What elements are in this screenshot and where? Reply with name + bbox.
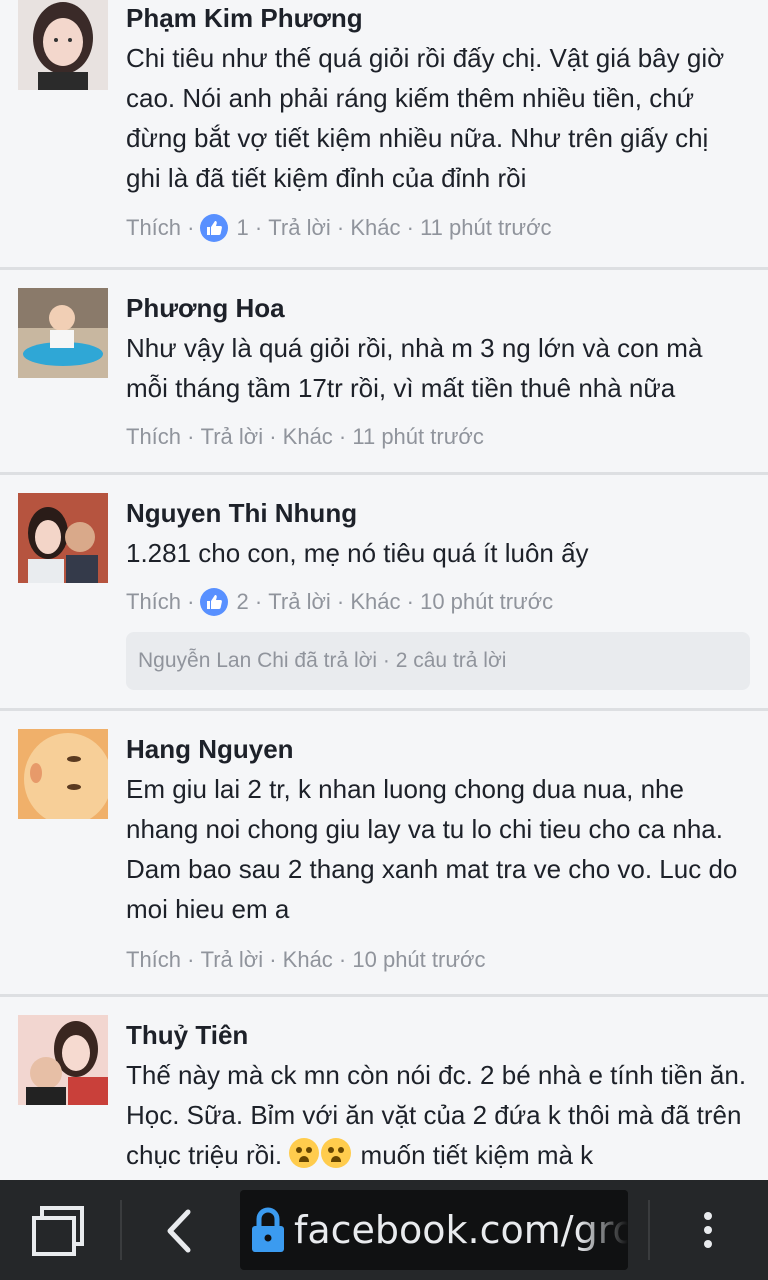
comment-author[interactable]: Phương Hoa	[126, 292, 750, 324]
avatar[interactable]	[18, 729, 108, 819]
reply-link[interactable]: Trả lời	[201, 945, 264, 975]
toolbar-divider	[648, 1200, 650, 1260]
comment-author[interactable]: Nguyen Thi Nhung	[126, 497, 750, 529]
lock-icon	[250, 1206, 286, 1254]
more-link[interactable]: Khác	[350, 213, 400, 243]
comment-meta: Thích · Trả lời · Khác · 10 phút trước	[126, 945, 485, 975]
thumbs-up-icon	[200, 214, 229, 242]
like-link[interactable]: Thích	[126, 945, 181, 975]
more-link[interactable]: Khác	[350, 587, 400, 617]
comment-author[interactable]: Hang Nguyen	[126, 733, 750, 765]
reply-link[interactable]: Trả lời	[201, 422, 264, 452]
more-link[interactable]: Khác	[283, 945, 333, 975]
comment-meta: Thích · 1 · Trả lời · Khác · 11 phút trư…	[126, 213, 552, 243]
comment-time[interactable]: 10 phút trước	[352, 945, 485, 975]
crying-face-icon	[321, 1138, 352, 1168]
comment-text: 1.281 cho con, mẹ nó tiêu quá ít luôn ấy	[126, 538, 589, 568]
comment-item: Hang Nguyen Em giu lai 2 tr, k nhan luon…	[0, 711, 768, 997]
thumbs-up-icon	[200, 588, 229, 616]
crying-face-icon	[289, 1138, 320, 1168]
comment-feed: Phạm Kim Phương Chi tiêu như thế quá giỏ…	[0, 0, 768, 1180]
like-link[interactable]: Thích	[126, 422, 181, 452]
reply-link[interactable]: Trả lời	[268, 213, 331, 243]
toolbar-divider	[120, 1200, 122, 1260]
browser-toolbar: facebook.com/gro	[0, 1180, 768, 1280]
avatar[interactable]	[18, 493, 108, 583]
comment-meta: Thích · 2 · Trả lời · Khác · 10 phút trư…	[126, 587, 553, 617]
like-link[interactable]: Thích	[126, 587, 181, 617]
comment-item: Phương Hoa Như vậy là quá giỏi rồi, nhà …	[0, 270, 768, 475]
reply-link[interactable]: Trả lời	[268, 587, 331, 617]
comment-author[interactable]: Thuỷ Tiên	[126, 1019, 750, 1051]
comment-text: Như vậy là quá giỏi rồi, nhà m 3 ng lớn …	[126, 333, 703, 403]
back-arrow-icon[interactable]	[160, 1206, 200, 1256]
url-fade	[578, 1190, 628, 1270]
comment-time[interactable]: 11 phút trước	[420, 213, 551, 243]
reaction-count[interactable]: 1	[236, 213, 248, 243]
comment-meta: Thích · Trả lời · Khác · 11 phút trước	[126, 422, 484, 452]
comment-item: Nguyen Thi Nhung 1.281 cho con, mẹ nó ti…	[0, 475, 768, 711]
comment-text: Thế này mà ck mn còn nói đc. 2 bé nhà e …	[126, 1055, 750, 1175]
avatar[interactable]	[18, 0, 108, 90]
comment-text: Em giu lai 2 tr, k nhan luong chong dua …	[126, 774, 738, 924]
more-link[interactable]: Khác	[283, 422, 333, 452]
avatar[interactable]	[18, 288, 108, 378]
comment-text-part: muốn tiết kiệm mà k	[360, 1140, 594, 1170]
address-bar[interactable]: facebook.com/gro	[240, 1190, 628, 1270]
tabs-icon[interactable]	[28, 1206, 88, 1258]
reaction-count[interactable]: 2	[236, 587, 248, 617]
avatar[interactable]	[18, 1015, 108, 1105]
comment-time[interactable]: 11 phút trước	[352, 422, 483, 452]
more-vertical-icon[interactable]	[696, 1200, 720, 1260]
comment-author[interactable]: Phạm Kim Phương	[126, 2, 750, 34]
comment-item: Thuỷ Tiên Thế này mà ck mn còn nói đc. 2…	[0, 997, 768, 1180]
comment-item: Phạm Kim Phương Chi tiêu như thế quá giỏ…	[0, 0, 768, 270]
comment-time[interactable]: 10 phút trước	[420, 587, 553, 617]
like-link[interactable]: Thích	[126, 213, 181, 243]
comment-text: Chi tiêu như thế quá giỏi rồi đấy chị. V…	[126, 43, 725, 193]
view-replies-button[interactable]: Nguyễn Lan Chi đã trả lời · 2 câu trả lờ…	[126, 632, 750, 690]
